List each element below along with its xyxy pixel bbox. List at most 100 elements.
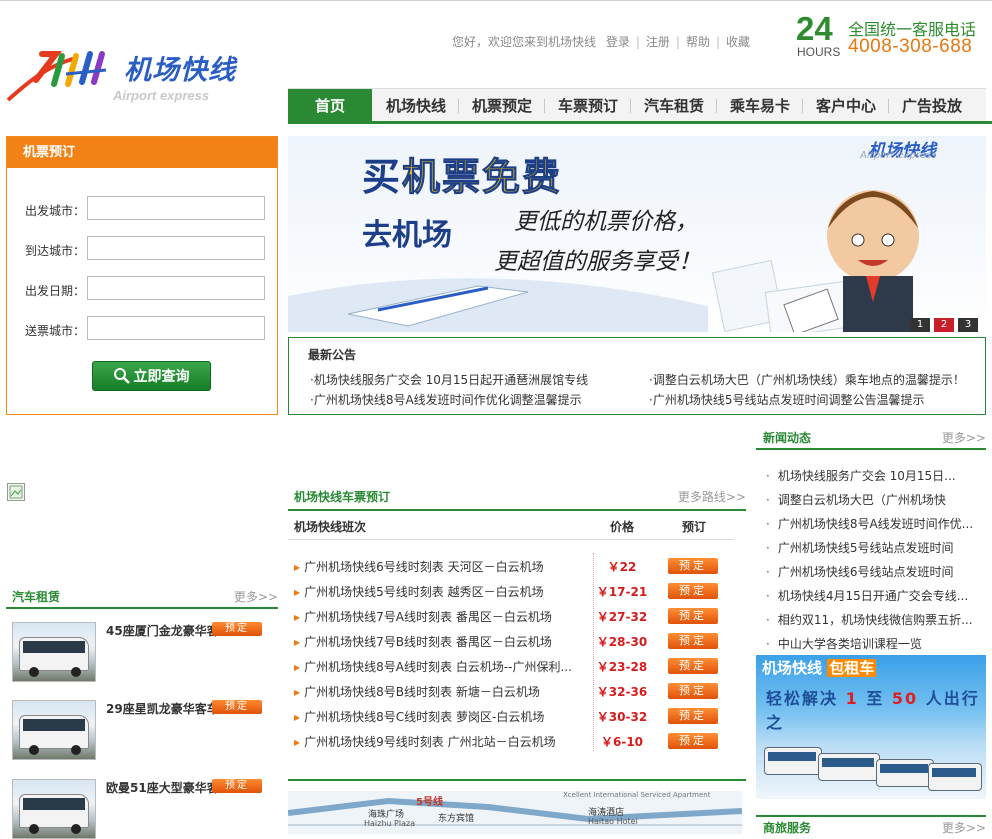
route-row-name[interactable]: ▶ 广州机场快线7号A线时刻表 番禺区－白云机场: [294, 608, 584, 625]
nav-advertising[interactable]: 广告投放: [890, 89, 974, 123]
news-item[interactable]: · 中山大学各类培训课程一览: [766, 635, 984, 652]
favorite-link[interactable]: 收藏: [726, 33, 750, 50]
news-item[interactable]: · 机场快线服务广交会 10月15日...: [766, 467, 984, 484]
route-book-button[interactable]: 预定: [668, 658, 718, 674]
nav-bus-ticket[interactable]: 车票预订: [546, 89, 630, 123]
banner-page-2[interactable]: 2: [934, 318, 954, 332]
car-rental-more-link[interactable]: 更多>>: [234, 587, 278, 607]
nav-ride-card[interactable]: 乘车易卡: [718, 89, 802, 123]
arrive-city-input[interactable]: [87, 236, 265, 260]
banner-slogan-2: 更超值的服务享受！: [494, 249, 701, 275]
news-item[interactable]: · 广州机场快线5号线站点发班时间: [766, 539, 984, 556]
nav-customer-center[interactable]: 客户中心: [804, 89, 888, 123]
site-logo[interactable]: 机场快线 Airport express: [6, 44, 246, 106]
route-book-button[interactable]: 预定: [668, 558, 718, 574]
rental-item-title[interactable]: 45座厦门金龙豪华客车: [106, 622, 216, 639]
hotline-block: 24 HOURS 全国统一客服电话 4008-308-688: [796, 10, 992, 62]
flight-booking-box: 机票预订 出发城市： 到达城市： 出发日期： 送票城市： 立即查询: [6, 136, 278, 415]
route-col-name: 机场快线班次: [294, 520, 367, 534]
route-row-name[interactable]: ▶ 广州机场快线8号A线时刻表 白云机场--广州保利...: [294, 658, 584, 675]
business-title: 商旅服务: [763, 821, 812, 835]
news-item[interactable]: · 调整白云机场大巴（广州机场快: [766, 491, 984, 508]
logo-swoosh-icon: [6, 51, 107, 102]
banner-headline: 买机票免费: [362, 155, 563, 200]
route-row-price: ￥27-32: [596, 610, 648, 624]
route-row-price: ￥23-28: [596, 660, 648, 674]
help-link[interactable]: 帮助: [686, 33, 710, 50]
depart-city-label: 出发城市：: [25, 204, 86, 218]
route-row-name[interactable]: ▶ 广州机场快线6号线时刻表 天河区－白云机场: [294, 558, 584, 575]
nav-flight-booking[interactable]: 机票预定: [460, 89, 544, 123]
banner-page-3[interactable]: 3: [958, 318, 978, 332]
route-book-button[interactable]: 预定: [668, 683, 718, 699]
route-row-name[interactable]: ▶ 广州机场快线8号C线时刻表 萝岗区-白云机场: [294, 708, 584, 725]
bus-image: [818, 753, 880, 781]
banner-page-1[interactable]: 1: [910, 318, 930, 332]
route-book-button[interactable]: 预定: [668, 733, 718, 749]
delivery-city-input[interactable]: [87, 316, 265, 340]
search-icon: [113, 368, 130, 384]
nav-home[interactable]: 首页: [288, 89, 372, 123]
bus-image: [876, 759, 934, 787]
map-place: Xcellent International Serviced Apartmen…: [563, 791, 711, 799]
login-link[interactable]: 登录: [606, 33, 630, 50]
route-book-button[interactable]: 预定: [668, 608, 718, 624]
map-place-en: Haizhu Plaza: [364, 819, 416, 828]
route-col-book: 预订: [682, 520, 707, 534]
hotline-hours: HOURS: [797, 45, 841, 59]
delivery-city-label: 送票城市：: [25, 324, 86, 338]
news-item[interactable]: · 广州机场快线8号A线发班时间作优...: [766, 515, 984, 532]
route-row-price: ￥17-21: [596, 585, 648, 599]
bus-image[interactable]: [12, 622, 96, 682]
route-book-button[interactable]: 预定: [668, 708, 718, 724]
rental-item-title[interactable]: 欧曼51座大型豪华客车: [106, 779, 216, 796]
business-section: 商旅服务 更多>>: [756, 815, 986, 835]
route-row-name[interactable]: ▶ 广州机场快线8号B线时刻表 新塘－白云机场: [294, 683, 584, 700]
depart-date-label: 出发日期：: [25, 284, 86, 298]
rental-book-button[interactable]: 预定: [212, 779, 262, 793]
register-link[interactable]: 注册: [646, 33, 670, 50]
nav-underline: [288, 121, 992, 124]
route-map-section: 5号线 海珠广场 Haizhu Plaza 东方宾馆 海涛酒店 Haitao H…: [288, 779, 746, 834]
charter-bus-ad[interactable]: 机场快线 包租车 轻松解决 1 至 50 人出行之: [756, 655, 986, 799]
rental-book-button[interactable]: 预定: [212, 700, 262, 714]
bus-image[interactable]: [12, 779, 96, 839]
news-more-link[interactable]: 更多>>: [942, 428, 986, 448]
notice-item[interactable]: ·调整白云机场大巴（广州机场快线）乘车地点的温馨提示！: [649, 371, 965, 388]
rental-book-button[interactable]: 预定: [212, 622, 262, 636]
route-row-name[interactable]: ▶ 广州机场快线9号线时刻表 广州北站－白云机场: [294, 733, 584, 750]
news-item[interactable]: · 相约双11，机场快线微信购票五折...: [766, 611, 984, 628]
route-row-name[interactable]: ▶ 广州机场快线5号线时刻表 越秀区－白云机场: [294, 583, 584, 600]
bus-image[interactable]: [12, 700, 96, 760]
route-book-button[interactable]: 预定: [668, 583, 718, 599]
notice-item[interactable]: ·广州机场快线5号线站点发班时间调整公告温馨提示: [649, 391, 924, 408]
notice-item[interactable]: ·机场快线服务广交会 10月15日起开通琶洲展馆专线: [310, 371, 588, 388]
news-section: 新闻动态 更多>> · 机场快线服务广交会 10月15日... · 调整白云机场大巴…: [756, 428, 986, 652]
notice-item[interactable]: ·广州机场快线8号A线发班时间作优化调整温馨提示: [310, 391, 582, 408]
nav-car-rental[interactable]: 汽车租赁: [632, 89, 716, 123]
news-title: 新闻动态: [763, 431, 812, 445]
logo-text-en: Airport express: [113, 88, 210, 103]
promo-banner[interactable]: 买机票免费 去机场 更低的机票价格， 更超值的服务享受！ 机场快线 Airpor…: [288, 136, 986, 332]
route-book-button[interactable]: 预定: [668, 633, 718, 649]
route-row-price: ￥28-30: [596, 635, 648, 649]
depart-city-input[interactable]: [87, 196, 265, 220]
car-rental-list: 45座厦门金龙豪华客车 预定 29座星凯龙豪华客车 预定 欧曼51座大型豪华客车…: [6, 618, 278, 839]
route-more-link[interactable]: 更多路线>>: [678, 485, 746, 509]
rental-item-title[interactable]: 29座星凯龙豪华客车: [106, 700, 216, 717]
car-rental-section: 汽车租赁 更多>>: [6, 587, 278, 609]
nav-airport-express[interactable]: 机场快线: [374, 89, 458, 123]
route-row-name[interactable]: ▶ 广州机场快线7号B线时刻表 番禺区－白云机场: [294, 633, 584, 650]
search-button[interactable]: 立即查询: [92, 361, 211, 391]
logo-text-cn: 机场快线: [124, 55, 236, 86]
depart-date-input[interactable]: [87, 276, 265, 300]
route-row-price: ￥30-32: [596, 710, 648, 724]
route-map[interactable]: 5号线 海珠广场 Haizhu Plaza 东方宾馆 海涛酒店 Haitao H…: [288, 791, 742, 834]
welcome-text: 您好，欢迎您来到机场快线: [452, 35, 597, 49]
map-line-label: 5号线: [416, 797, 443, 808]
business-more-link[interactable]: 更多>>: [942, 817, 986, 839]
news-item[interactable]: · 机场快线4月15日开通广交会专线...: [766, 587, 984, 604]
broken-image-icon: [7, 483, 25, 501]
news-item[interactable]: · 广州机场快线6号线站点发班时间: [766, 563, 984, 580]
route-col-price: 价格: [610, 520, 635, 534]
